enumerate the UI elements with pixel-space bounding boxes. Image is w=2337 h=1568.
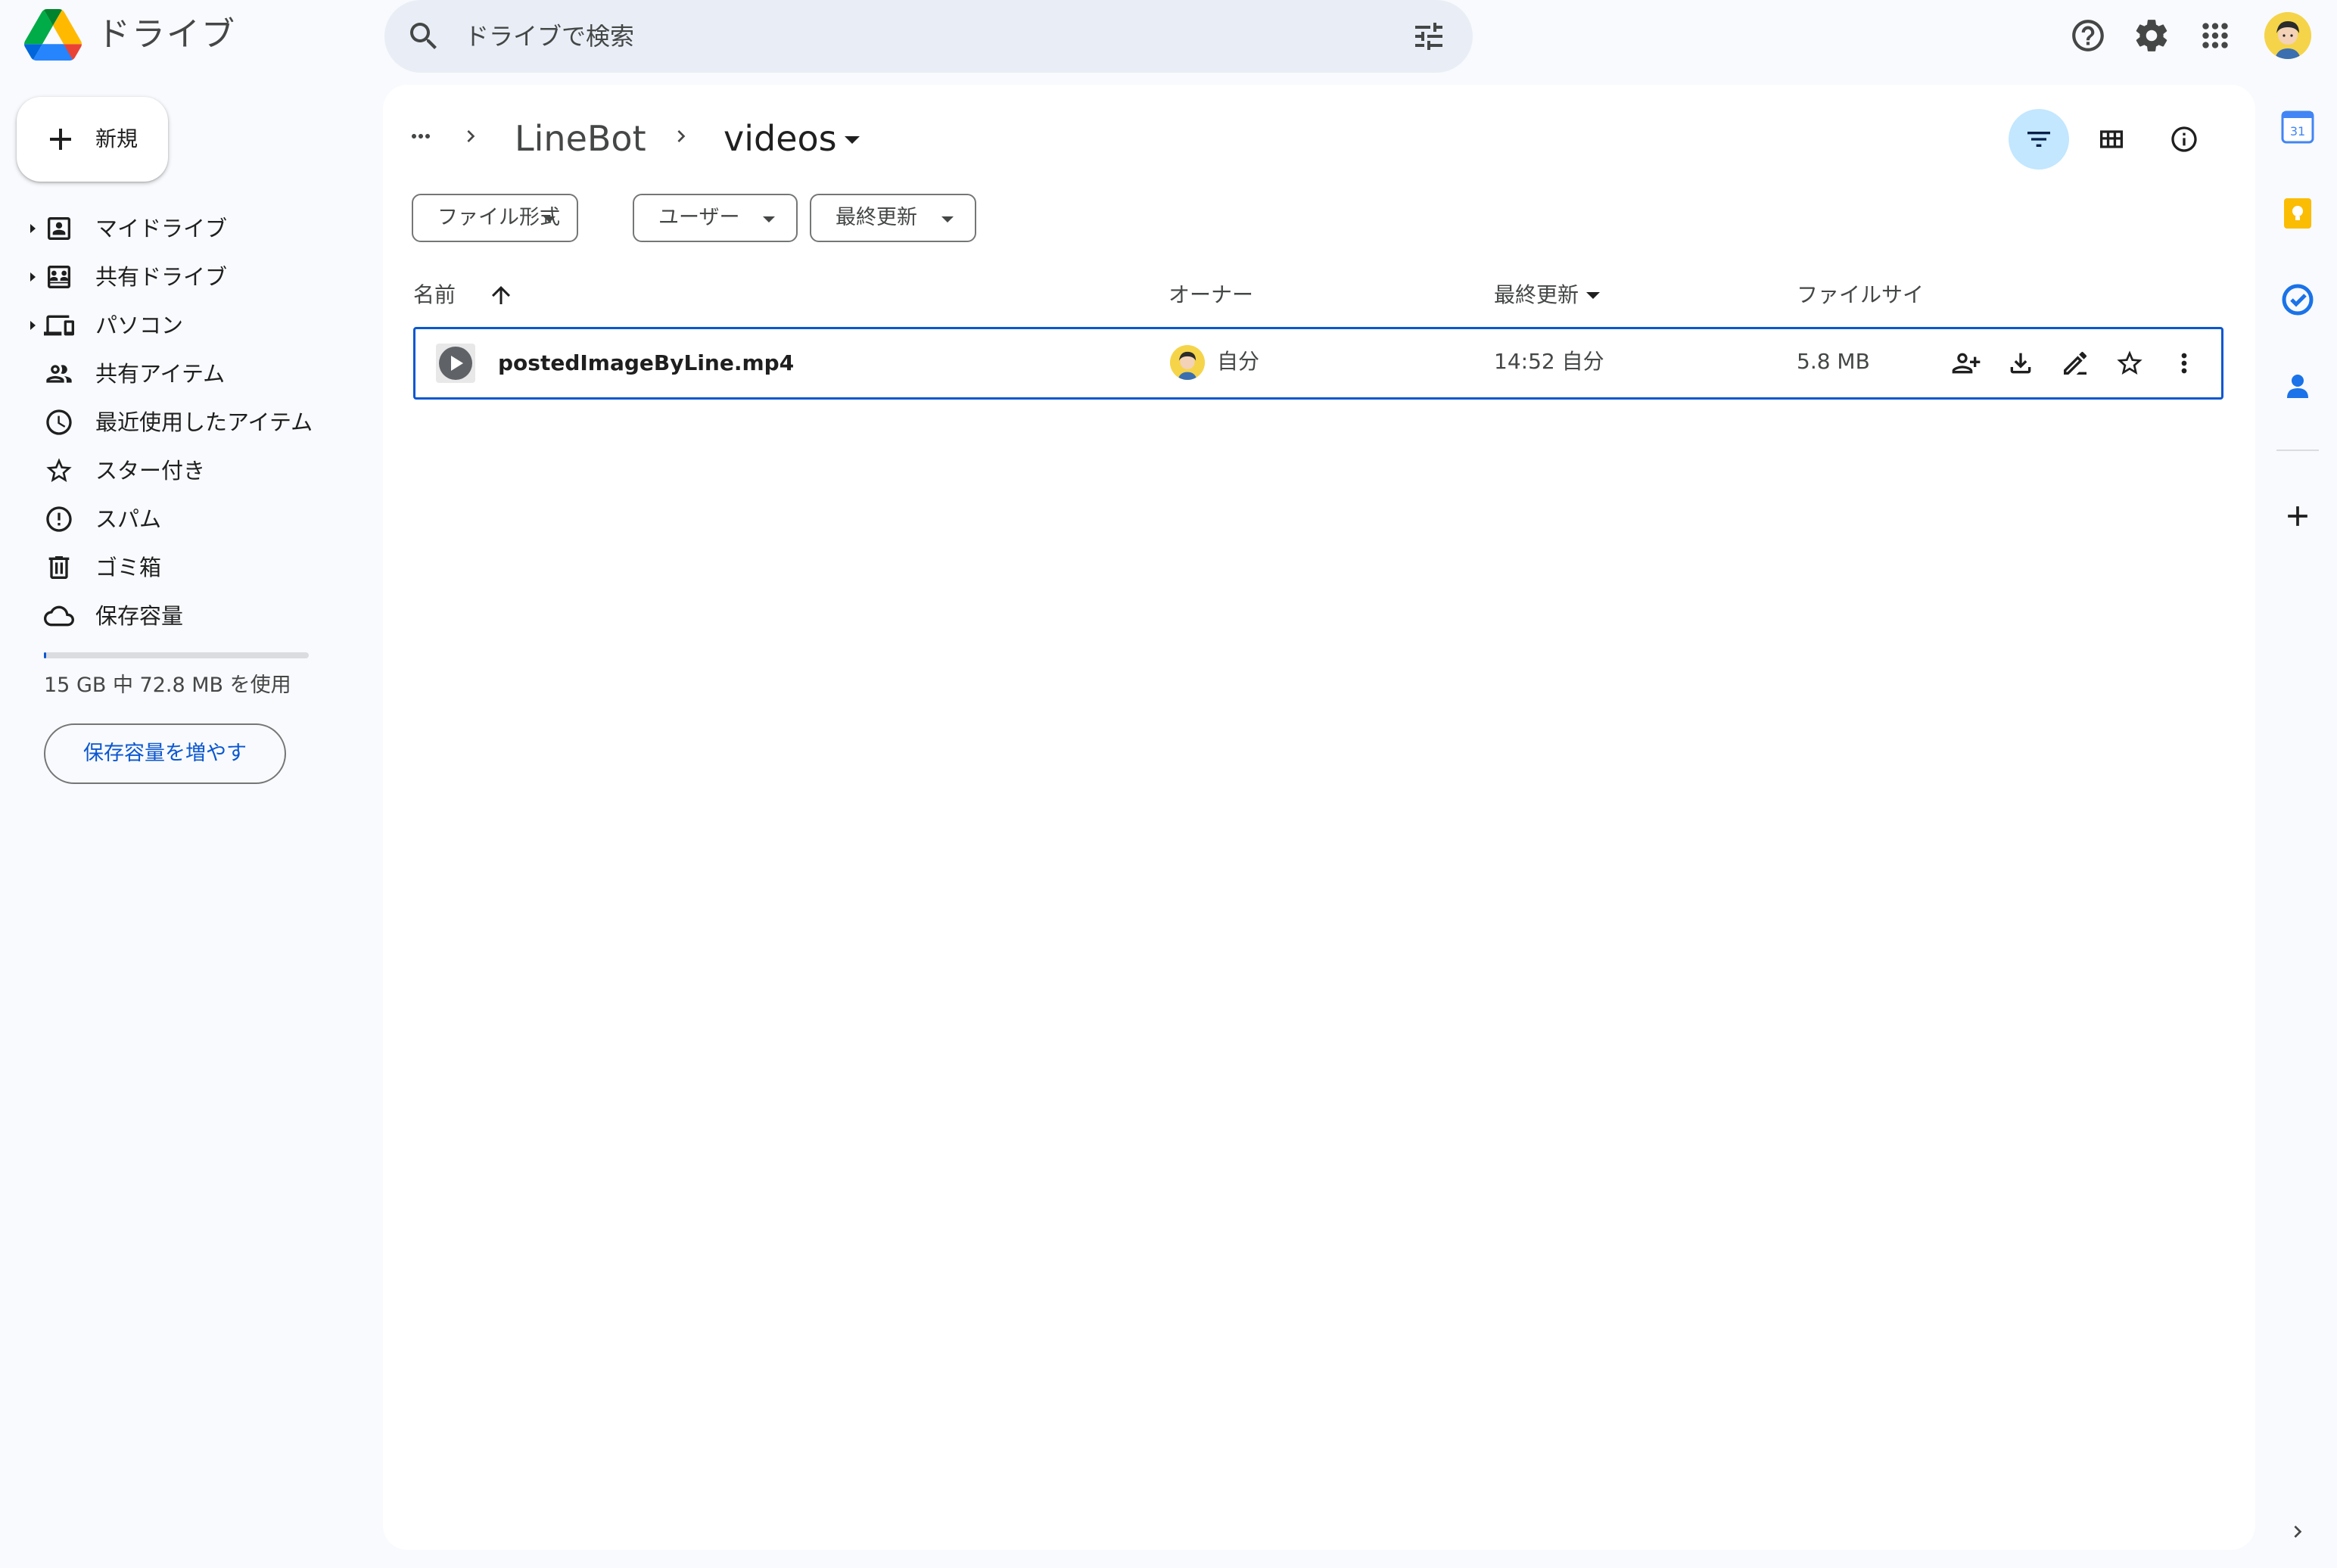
chip-label: 最終更新 (836, 206, 917, 229)
plus-icon (42, 121, 79, 157)
download-icon[interactable] (2006, 348, 2036, 378)
chevron-right-icon (459, 124, 483, 148)
app-title: ドライブ (97, 15, 236, 54)
owner-avatar (1170, 345, 1205, 380)
new-button-label: 新規 (95, 126, 138, 151)
column-header-name[interactable]: 名前 (413, 278, 456, 312)
shared-drive-icon (44, 262, 74, 292)
new-button[interactable] (17, 97, 168, 182)
sidebar-item-label: マイドライブ (95, 216, 228, 241)
filter-chip-people[interactable]: ユーザー (633, 194, 798, 242)
column-header-file-size[interactable]: ファイルサイ (1797, 278, 1924, 312)
trash-icon (44, 552, 74, 583)
sort-ascending-icon[interactable] (487, 282, 515, 309)
sidebar-item-label: 保存容量 (95, 603, 184, 629)
search-options-icon[interactable] (1411, 18, 1447, 54)
tasks-icon[interactable] (2281, 283, 2314, 316)
sidebar-item-trash[interactable]: ゴミ箱 (23, 543, 341, 592)
sidebar-item-label: 共有アイテム (95, 361, 226, 387)
computer-icon (44, 310, 74, 341)
sidebar-item-starred[interactable]: スター付き (23, 446, 341, 495)
breadcrumb-current-folder[interactable]: videos (724, 114, 837, 163)
clock-icon (44, 407, 74, 437)
dropdown-caret-icon (941, 216, 954, 222)
expand-caret-icon[interactable] (30, 321, 36, 330)
help-icon[interactable] (2069, 17, 2107, 54)
get-more-storage-button[interactable]: 保存容量を増やす (44, 723, 286, 784)
expand-side-panel-icon[interactable] (2286, 1520, 2310, 1544)
calendar-day-text: 31 (2290, 124, 2305, 138)
settings-icon[interactable] (2133, 17, 2171, 54)
keep-icon[interactable] (2281, 197, 2314, 230)
more-horiz-icon[interactable] (407, 123, 434, 150)
breadcrumb-item[interactable]: LineBot (515, 114, 646, 163)
sidebar-item-label: スパム (95, 506, 162, 532)
sidebar-item-shared-drives[interactable]: 共有ドライブ (23, 253, 341, 301)
search-input[interactable]: ドライブで検索 (465, 17, 634, 56)
filter-chip-file-type[interactable]: ファイル形式 (412, 194, 578, 242)
chip-label: ユーザー (658, 206, 740, 229)
chip-label: ファイル形式 (437, 206, 560, 229)
column-header-modified[interactable]: 最終更新 (1494, 278, 1579, 312)
video-file-icon (436, 344, 475, 383)
grid-view-icon[interactable] (2096, 124, 2127, 154)
my-drive-icon (44, 213, 74, 244)
storage-progress-fill (44, 652, 46, 658)
people-icon (44, 359, 74, 389)
search-icon[interactable] (406, 18, 442, 54)
drive-logo-icon[interactable] (24, 9, 82, 61)
column-header-owner[interactable]: オーナー (1168, 278, 1253, 312)
info-icon[interactable] (2169, 124, 2199, 154)
owner-name: 自分 (1217, 349, 1260, 374)
chevron-right-icon (669, 124, 693, 148)
sidebar-item-spam[interactable]: スパム (23, 495, 341, 543)
expand-caret-icon[interactable] (30, 224, 36, 233)
sidebar-item-storage[interactable]: 保存容量 (23, 592, 341, 640)
star-outline-icon (44, 456, 74, 486)
sidebar-item-label: スター付き (95, 458, 206, 484)
sidebar-item-my-drive[interactable]: マイドライブ (23, 204, 341, 253)
more-vert-icon[interactable] (2169, 348, 2199, 378)
dropdown-caret-icon (543, 216, 555, 222)
dropdown-caret-icon (763, 216, 775, 222)
file-name[interactable]: postedImageByLine.mp4 (498, 347, 794, 380)
main-content-panel (383, 85, 2255, 1550)
sidebar-item-label: ゴミ箱 (95, 555, 162, 580)
cloud-icon (44, 601, 74, 631)
sidebar-item-label: パソコン (95, 313, 184, 338)
sidebar-item-label: 最近使用したアイテム (95, 409, 313, 435)
file-size-value: 5.8 MB (1797, 349, 1870, 374)
contacts-icon[interactable] (2281, 369, 2314, 403)
spam-icon (44, 504, 74, 534)
folder-menu-caret-icon[interactable] (845, 136, 860, 144)
storage-progress-bar (44, 652, 309, 658)
last-modified-value: 14:52 自分 (1494, 349, 1604, 374)
filter-list-icon (2024, 124, 2054, 154)
filter-chip-modified[interactable]: 最終更新 (810, 194, 976, 242)
sidebar-item-label: 共有ドライブ (95, 264, 228, 290)
share-icon[interactable] (1951, 348, 1981, 378)
sidebar-item-computers[interactable]: パソコン (23, 301, 341, 350)
apps-grid-icon[interactable] (2196, 17, 2234, 54)
sort-menu-caret-icon[interactable] (1586, 292, 1600, 299)
rename-pencil-icon[interactable] (2060, 348, 2090, 378)
sidebar-item-recent[interactable]: 最近使用したアイテム (23, 398, 341, 446)
sidebar-item-shared-with-me[interactable]: 共有アイテム (23, 350, 341, 398)
star-outline-icon[interactable] (2115, 348, 2145, 378)
calendar-icon[interactable]: 31 (2281, 110, 2314, 144)
add-addon-icon[interactable] (2281, 499, 2314, 533)
side-panel-divider (2276, 450, 2319, 451)
expand-caret-icon[interactable] (30, 272, 36, 282)
storage-usage-text: 15 GB 中 72.8 MB を使用 (44, 674, 291, 697)
account-avatar[interactable] (2264, 12, 2311, 59)
